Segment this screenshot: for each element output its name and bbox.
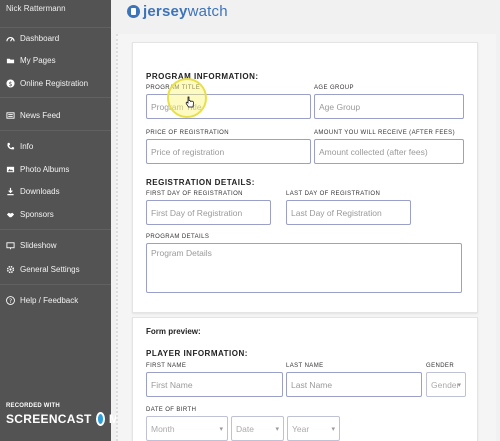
player-information-title: PLAYER INFORMATION:: [146, 349, 248, 358]
year-select[interactable]: Year ▾: [287, 416, 340, 441]
price-input[interactable]: Price of registration: [146, 139, 311, 164]
logo-text: jerseywatch: [143, 3, 228, 20]
sidebar-item-sponsors[interactable]: Sponsors: [6, 207, 54, 221]
sidebar-item-label: Photo Albums: [20, 164, 70, 174]
sidebar-item-photo-albums[interactable]: Photo Albums: [6, 162, 69, 176]
handshake-icon: [6, 212, 15, 217]
sidebar-item-label: News Feed: [20, 110, 61, 120]
last-name-input[interactable]: Last Name: [286, 372, 422, 397]
header: jerseywatch: [111, 0, 500, 28]
date-of-birth-label: DATE OF BIRTH: [146, 407, 197, 413]
photo-icon: [6, 166, 15, 172]
sidebar-item-label: Help / Feedback: [20, 295, 79, 305]
last-day-label: LAST DAY OF REGISTRATION: [286, 191, 381, 197]
sidebar-item-dashboard[interactable]: Dashboard: [6, 31, 59, 45]
month-value: Month: [151, 424, 175, 434]
price-label: PRICE OF REGISTRATION: [146, 130, 229, 136]
program-information-title: PROGRAM INFORMATION:: [146, 72, 259, 81]
folder-icon: [6, 58, 15, 63]
chevron-down-icon: ▾: [219, 426, 223, 433]
divider: [0, 97, 111, 98]
gender-select[interactable]: Gender ▾: [426, 372, 466, 397]
sidebar-item-label: Online Registration: [20, 78, 89, 88]
sidebar-item-label: Info: [20, 141, 34, 151]
gender-label: GENDER: [426, 363, 455, 369]
download-icon: [7, 187, 14, 195]
sidebar-item-downloads[interactable]: Downloads: [6, 184, 60, 198]
chevron-down-icon: ▾: [457, 382, 461, 389]
sidebar-item-general-settings[interactable]: General Settings: [6, 262, 80, 276]
sidebar-item-label: My Pages: [20, 55, 56, 65]
age-group-input[interactable]: Age Group: [314, 94, 464, 119]
sidebar-item-label: Sponsors: [20, 209, 54, 219]
first-name-input[interactable]: First Name: [146, 372, 283, 397]
dollar-icon: $: [6, 78, 15, 87]
form-preview-card: Form preview: PLAYER INFORMATION: FIRST …: [132, 317, 478, 441]
sidebar-item-label: General Settings: [20, 264, 80, 274]
phone-icon: [7, 142, 15, 149]
screencast-logo-icon: [95, 412, 105, 426]
dashboard-icon: [6, 36, 15, 41]
help-icon: ?: [6, 295, 15, 305]
watermark-brand: SCREENCAST: [6, 412, 92, 426]
date-value: Date: [236, 424, 254, 434]
divider: [0, 130, 111, 131]
sidebar-item-my-pages[interactable]: My Pages: [6, 53, 56, 67]
gender-value: Gender: [431, 380, 460, 390]
logo-brand-a: jersey: [143, 3, 188, 20]
svg-text:$: $: [8, 80, 12, 87]
last-day-input[interactable]: Last Day of Registration: [286, 200, 411, 225]
divider: [0, 27, 111, 28]
newspaper-icon: [6, 111, 15, 119]
form-preview-title: Form preview:: [146, 327, 201, 336]
divider: [0, 284, 111, 285]
sidebar-item-info[interactable]: Info: [6, 139, 33, 153]
gear-icon: [6, 265, 15, 273]
year-value: Year: [292, 424, 310, 434]
month-select[interactable]: Month ▾: [146, 416, 228, 441]
sidebar-item-label: Slideshow: [20, 240, 57, 250]
program-details-label: PROGRAM DETAILS: [146, 234, 210, 240]
first-day-label: FIRST DAY OF REGISTRATION: [146, 191, 243, 197]
sidebar-item-online-registration[interactable]: $ Online Registration: [6, 76, 88, 90]
program-details-textarea[interactable]: Program Details: [146, 243, 462, 293]
slideshow-icon: [6, 241, 15, 249]
sidebar-item-label: Dashboard: [20, 33, 60, 43]
age-group-label: AGE GROUP: [314, 85, 354, 91]
jersey-icon: [127, 5, 140, 18]
first-name-label: FIRST NAME: [146, 363, 187, 369]
divider: [0, 229, 111, 230]
last-name-label: LAST NAME: [286, 363, 324, 369]
sidebar-item-label: Downloads: [20, 186, 60, 196]
logo-brand-b: watch: [187, 3, 228, 20]
registration-details-title: REGISTRATION DETAILS:: [146, 178, 255, 187]
amount-input[interactable]: Amount collected (after fees): [314, 139, 464, 164]
amount-label: AMOUNT YOU WILL RECEIVE (AFTER FEES): [314, 130, 455, 136]
date-select[interactable]: Date ▾: [231, 416, 284, 441]
chevron-down-icon: ▾: [275, 426, 279, 433]
sidebar: Nick Rattermann Dashboard My Pages $ Onl…: [0, 0, 146, 441]
user-name[interactable]: Nick Rattermann: [6, 4, 66, 13]
sidebar-item-slideshow[interactable]: Slideshow: [6, 238, 56, 252]
sidebar-item-news-feed[interactable]: News Feed: [6, 108, 60, 122]
chevron-down-icon: ▾: [331, 426, 335, 433]
svg-text:?: ?: [9, 298, 12, 304]
sidebar-item-help-feedback[interactable]: ? Help / Feedback: [6, 293, 78, 307]
first-day-input[interactable]: First Day of Registration: [146, 200, 271, 225]
mouse-cursor-icon: [185, 96, 194, 108]
jerseywatch-logo[interactable]: jerseywatch: [127, 3, 228, 20]
